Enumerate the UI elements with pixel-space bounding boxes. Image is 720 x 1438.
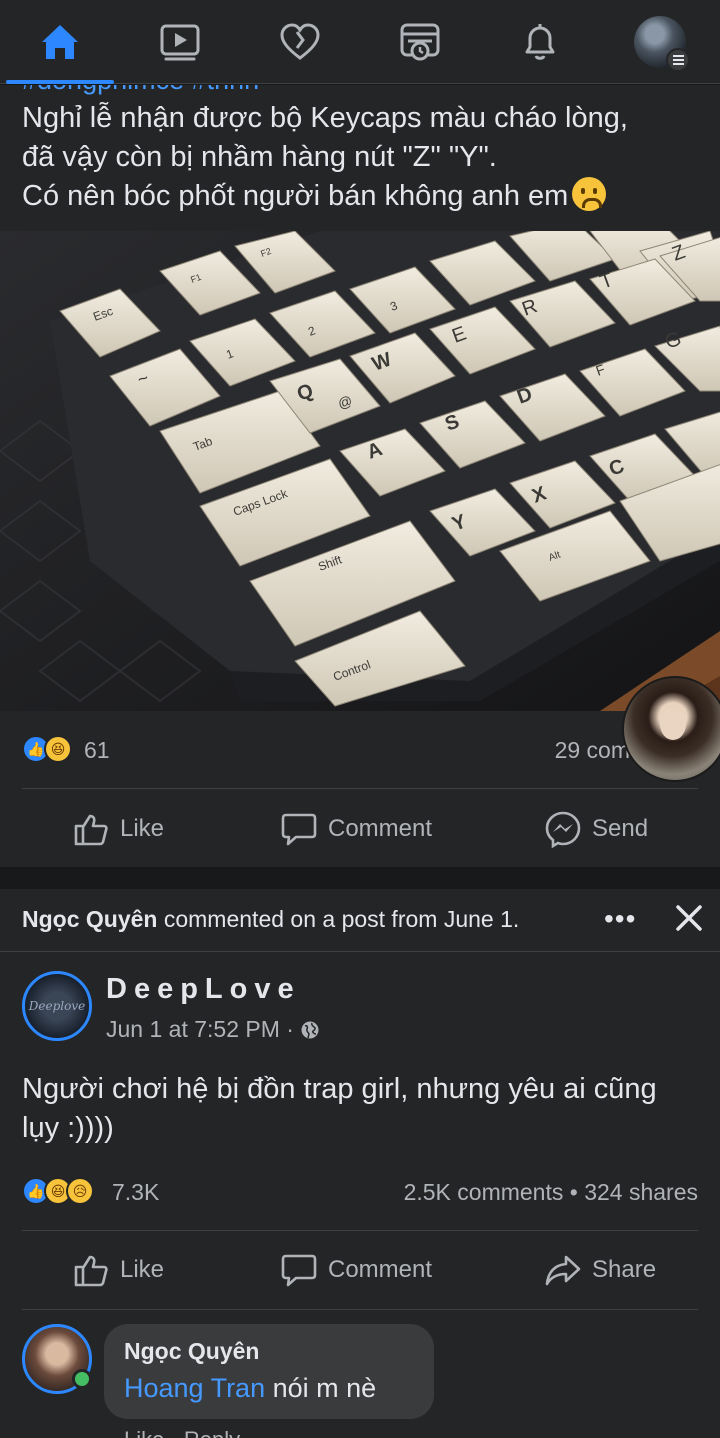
sad-reaction-icon: 😥 [66,1177,94,1205]
post-timestamp[interactable]: Jun 1 at 7:52 PM · [106,1016,320,1043]
video-icon [160,24,200,61]
post-text: Người chơi hệ bị đồn trap girl, nhưng yê… [22,1070,702,1148]
comment-body: nói m nè [265,1373,377,1403]
share-label: Share [592,1256,657,1283]
mention-link[interactable]: Hoang Tran [124,1373,265,1403]
hashtag-link[interactable]: #dongphimce #trinh [22,85,259,96]
post-text-line: Người chơi hệ bị đồn trap girl, nhưng yê… [22,1073,657,1105]
story-header: Ngọc Quyên commented on a post from June… [22,906,519,933]
heart-icon [280,23,320,60]
home-icon [42,25,78,59]
post-action-bar: Like Comment Send [0,789,720,867]
messenger-icon [545,811,581,848]
globe-icon [301,1021,319,1038]
nav-notifications-tab[interactable] [480,0,600,84]
comment-bubble[interactable]: Ngọc Quyên Hoang Tran nói m nè [104,1324,434,1419]
page-name[interactable]: DeepLove [106,973,301,1006]
nav-home-tab[interactable] [0,0,120,84]
send-button[interactable]: Send [544,789,648,867]
comment-actions[interactable]: Like · Reply [124,1427,240,1438]
nav-menu-tab[interactable] [600,0,720,84]
thumbs-up-icon [74,1255,108,1287]
divider [0,951,720,952]
post-text: Nghỉ lễ nhận được bộ Keycaps màu cháo lò… [22,99,702,216]
divider [22,1309,698,1310]
like-label: Like [120,1256,165,1283]
post-photo-keyboard[interactable]: Esc F1 F2 ~ 1 2 3 Tab Q @ W E R T Z Caps… [0,231,720,711]
haha-reaction-icon: 😆 [44,735,72,763]
reaction-icons: 👍 😆 [22,735,72,763]
reaction-count: 61 [84,737,110,763]
online-status-indicator [72,1369,92,1389]
top-navigation-bar [0,0,720,84]
share-arrow-icon [545,1255,581,1286]
reaction-icons[interactable]: 👍 😆 😥 [22,1177,94,1205]
post-action-bar: Like Comment Share [0,1230,720,1310]
share-button[interactable]: Share [544,1230,656,1310]
feed-post: #dongphimce #trinh Nghỉ lễ nhận được bộ … [0,85,720,867]
comment-count-link[interactable]: 29 com [555,737,630,764]
story-description: commented on a post from June 1. [157,906,520,932]
comment-label: Comment [328,815,433,842]
nav-memories-tab[interactable] [360,0,480,84]
like-button[interactable]: Like [72,1230,164,1310]
menu-hamburger-icon [666,48,690,72]
comment-label: Comment [328,1256,433,1283]
comment-button[interactable]: Comment [280,789,432,867]
story-actor-name[interactable]: Ngọc Quyên [22,906,157,932]
comment-bubble-icon [281,813,317,846]
comment-author[interactable]: Ngọc Quyên [124,1338,414,1365]
memories-icon [400,23,440,61]
feed-story: Ngọc Quyên commented on a post from June… [0,889,720,1438]
comment-bubble-icon [281,1254,317,1287]
reaction-count[interactable]: 7.3K [112,1179,159,1206]
reaction-summary[interactable]: 👍 😆 61 29 com [0,731,720,771]
comment-text: Hoang Tran nói m nè [124,1373,414,1404]
send-label: Send [592,815,649,842]
like-button[interactable]: Like [72,789,164,867]
post-text-line: đã vậy còn bị nhầm hàng nút "Z" "Y". [22,141,497,173]
close-icon[interactable] [672,901,706,935]
comment-button[interactable]: Comment [280,1230,432,1310]
like-label: Like [120,815,165,842]
post-text-line: Có nên bóc phốt người bán không anh em [22,180,569,212]
post-text-line: lụy :)))) [22,1112,114,1144]
more-options-button[interactable]: ••• [604,903,636,935]
page-avatar-logo: Deeplove [28,999,86,1013]
post-time-text: Jun 1 at 7:52 PM · [106,1016,294,1042]
post-text-line: Nghỉ lễ nhận được bộ Keycaps màu cháo lò… [22,102,628,134]
profile-avatar [634,16,690,72]
bell-icon [525,24,555,60]
thumbs-up-icon [74,814,108,846]
page-avatar[interactable]: Deeplove [22,971,92,1041]
sad-face-emoji-icon [572,177,607,211]
nav-dating-tab[interactable] [240,0,360,84]
nav-watch-tab[interactable] [120,0,240,84]
chat-head-avatar[interactable] [622,676,720,782]
comments-shares-count[interactable]: 2.5K comments • 324 shares [404,1179,698,1206]
